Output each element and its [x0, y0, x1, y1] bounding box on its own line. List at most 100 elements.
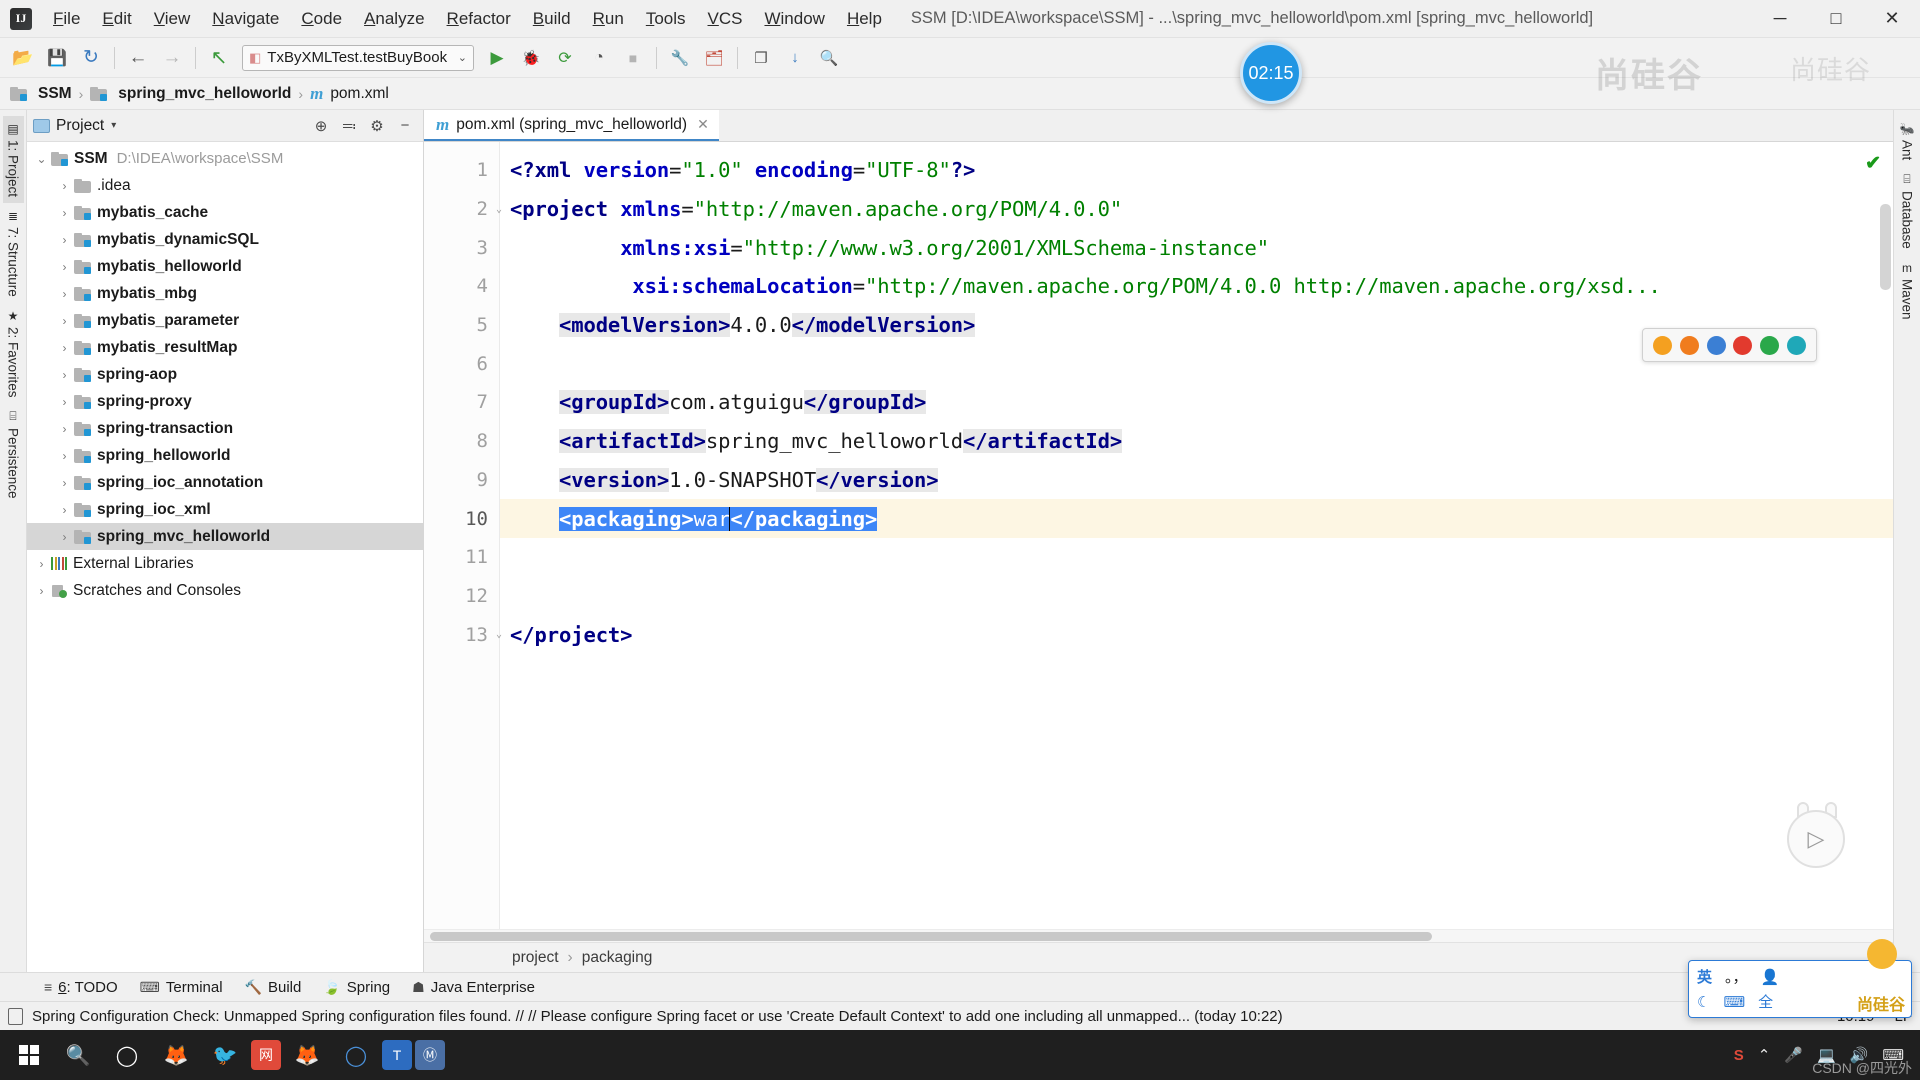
code-line-8[interactable]: <artifactId>spring_mvc_helloworld</artif… [500, 422, 1893, 461]
browser-launch-icon-4[interactable] [1733, 336, 1752, 355]
horizontal-scrollbar-thumb[interactable] [430, 932, 1432, 941]
menu-window[interactable]: Window [753, 5, 835, 33]
tool-window-spring[interactable]: 🍃Spring [323, 979, 390, 996]
menu-view[interactable]: View [143, 5, 202, 33]
tree-node-external-libraries[interactable]: ›External Libraries [27, 550, 423, 577]
tree-node-mybatis-parameter[interactable]: ›mybatis_parameter [27, 307, 423, 334]
tray-sogou-icon[interactable]: S [1734, 1047, 1744, 1064]
tree-twisty-icon[interactable]: › [35, 584, 48, 598]
hide-panel-icon[interactable]: − [393, 114, 417, 138]
maximize-button[interactable]: □ [1808, 0, 1864, 38]
code-line-1[interactable]: <?xml version="1.0" encoding="UTF-8"?> [500, 151, 1893, 190]
tray-chevron-up-icon[interactable]: ⌃ [1758, 1046, 1771, 1064]
debug-button[interactable]: 🐞 [516, 43, 546, 73]
locate-file-icon[interactable]: ⊕ [309, 114, 333, 138]
line-number-6[interactable]: 6 [424, 344, 499, 383]
tool-window-6-todo[interactable]: ≡6: TODO [44, 979, 118, 996]
tree-node-mybatis-dynamicsql[interactable]: ›mybatis_dynamicSQL [27, 226, 423, 253]
browser-launch-icon-1[interactable] [1653, 336, 1672, 355]
tree-node-spring-aop[interactable]: ›spring-aop [27, 361, 423, 388]
minimize-button[interactable]: ─ [1752, 0, 1808, 38]
menu-file[interactable]: File [42, 5, 91, 33]
editor-breadcrumb-root[interactable]: project [512, 949, 559, 967]
tree-node-spring-ioc-annotation[interactable]: ›spring_ioc_annotation [27, 469, 423, 496]
line-number-2[interactable]: 2⌄ [424, 190, 499, 229]
line-number-gutter[interactable]: 12⌄345678910111213⌄ [424, 142, 500, 942]
browser-preview-widget[interactable] [1642, 328, 1817, 362]
moon-icon[interactable]: ☾ [1697, 993, 1710, 1011]
tab-pom-xml[interactable]: m pom.xml (spring_mvc_helloworld) ✕ [424, 110, 719, 141]
tree-twisty-icon[interactable]: › [58, 341, 71, 355]
rail-item-1-project[interactable]: ▤1: Project [3, 116, 24, 203]
menu-run[interactable]: Run [582, 5, 635, 33]
taskbar-app-firefox2-icon[interactable]: 🦊 [284, 1032, 330, 1078]
tree-node-ssm[interactable]: ⌄SSMD:\IDEA\workspace\SSM [27, 145, 423, 172]
tree-twisty-icon[interactable]: › [58, 530, 71, 544]
code-line-13[interactable]: </project> [500, 615, 1893, 654]
code-line-10[interactable]: <packaging>war</packaging> [500, 499, 1893, 538]
layout-icon[interactable]: ❐ [746, 43, 776, 73]
run-coverage-button[interactable]: ⟳ [550, 43, 580, 73]
event-log-icon[interactable] [8, 1008, 23, 1025]
cortana-icon[interactable]: ◯ [104, 1032, 150, 1078]
rail-item-7-structure[interactable]: ≣7: Structure [3, 203, 24, 303]
code-line-4[interactable]: xsi:schemaLocation="http://maven.apache.… [500, 267, 1893, 306]
browser-launch-icon-2[interactable] [1680, 336, 1699, 355]
run-button[interactable]: ▶ [482, 43, 512, 73]
line-number-12[interactable]: 12 [424, 577, 499, 616]
settings-icon[interactable]: 🔧 [665, 43, 695, 73]
search-icon[interactable]: 🔍 [55, 1032, 101, 1078]
tree-twisty-icon[interactable]: › [58, 287, 71, 301]
menu-analyze[interactable]: Analyze [353, 5, 435, 33]
code-line-11[interactable] [500, 538, 1893, 577]
tree-twisty-icon[interactable]: › [58, 260, 71, 274]
tree-node-spring-proxy[interactable]: ›spring-proxy [27, 388, 423, 415]
ime-language-bar[interactable]: 英 。， 👤 ☾ ⌨ 全 尚硅谷 [1688, 960, 1912, 1018]
tree-twisty-icon[interactable]: › [58, 395, 71, 409]
menu-edit[interactable]: Edit [91, 5, 142, 33]
tree-twisty-icon[interactable]: › [58, 233, 71, 247]
user-icon[interactable]: 👤 [1761, 968, 1780, 986]
gear-icon[interactable]: ⚙ [365, 114, 389, 138]
project-tree[interactable]: ⌄SSMD:\IDEA\workspace\SSM›.idea›mybatis_… [27, 142, 423, 972]
code-line-7[interactable]: <groupId>com.atguigu</groupId> [500, 383, 1893, 422]
rail-item-maven[interactable]: mMaven [1897, 255, 1918, 326]
collapse-all-icon[interactable]: ≕ [337, 114, 361, 138]
taskbar-app-net-icon[interactable]: 网 [251, 1040, 281, 1070]
tool-window-terminal[interactable]: ⌨Terminal [140, 979, 223, 996]
revert-icon[interactable]: ↖ [204, 43, 234, 73]
ime-punctuation-icon[interactable]: 。， [1725, 966, 1748, 987]
start-button[interactable] [6, 1032, 52, 1078]
close-button[interactable]: ✕ [1864, 0, 1920, 38]
taskbar-app-bird-icon[interactable]: 🐦 [202, 1032, 248, 1078]
tree-node-mybatis-cache[interactable]: ›mybatis_cache [27, 199, 423, 226]
profile-button[interactable]: ◔ [584, 43, 614, 73]
open-project-icon[interactable]: 📂 [8, 43, 38, 73]
tree-node-mybatis-helloworld[interactable]: ›mybatis_helloworld [27, 253, 423, 280]
menu-help[interactable]: Help [836, 5, 893, 33]
line-number-3[interactable]: 3 [424, 228, 499, 267]
menu-tools[interactable]: Tools [635, 5, 697, 33]
vertical-scrollbar-thumb[interactable] [1880, 204, 1891, 290]
ime-lang-label[interactable]: 英 [1697, 966, 1712, 987]
tree-twisty-icon[interactable]: › [35, 557, 48, 571]
rail-item-ant[interactable]: 🐜Ant [1897, 116, 1918, 166]
breadcrumb-module[interactable]: spring_mvc_helloworld [90, 85, 291, 103]
code-line-12[interactable] [500, 577, 1893, 616]
tray-mic-icon[interactable]: 🎤 [1784, 1046, 1803, 1064]
code-content[interactable]: <?xml version="1.0" encoding="UTF-8"?> <p… [500, 142, 1893, 942]
rail-item-2-favorites[interactable]: ★2: Favorites [3, 303, 24, 404]
tree-node--idea[interactable]: ›.idea [27, 172, 423, 199]
menu-refactor[interactable]: Refactor [436, 5, 522, 33]
line-number-7[interactable]: 7 [424, 383, 499, 422]
run-configuration-selector[interactable]: ◧ TxByXMLTest.testBuyBook ⌄ [242, 45, 474, 71]
update-icon[interactable]: ↓ [780, 43, 810, 73]
menu-build[interactable]: Build [522, 5, 582, 33]
browser-launch-icon-5[interactable] [1760, 336, 1779, 355]
breadcrumb-project[interactable]: SSM [10, 85, 72, 103]
tree-twisty-icon[interactable]: › [58, 422, 71, 436]
tree-twisty-icon[interactable]: › [58, 449, 71, 463]
rail-item-persistence[interactable]: ⌸Persistence [3, 403, 24, 505]
tree-node-spring-mvc-helloworld[interactable]: ›spring_mvc_helloworld [27, 523, 423, 550]
line-number-9[interactable]: 9 [424, 461, 499, 500]
